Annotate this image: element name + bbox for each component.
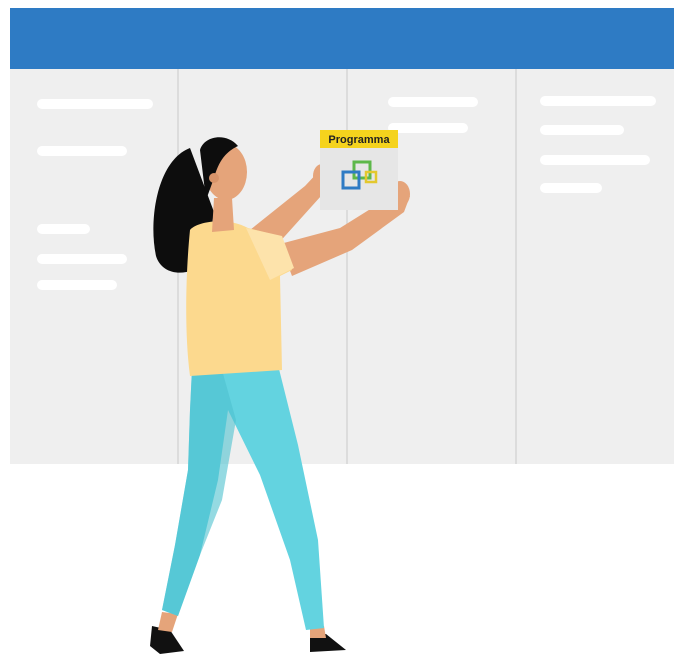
neck xyxy=(212,198,234,232)
ear xyxy=(209,173,219,183)
programma-card: Programma xyxy=(320,130,398,210)
left-ankle xyxy=(158,612,178,632)
card-label: Programma xyxy=(328,134,390,146)
person-illustration: Programma xyxy=(150,130,410,654)
pants-shadow xyxy=(162,370,236,616)
